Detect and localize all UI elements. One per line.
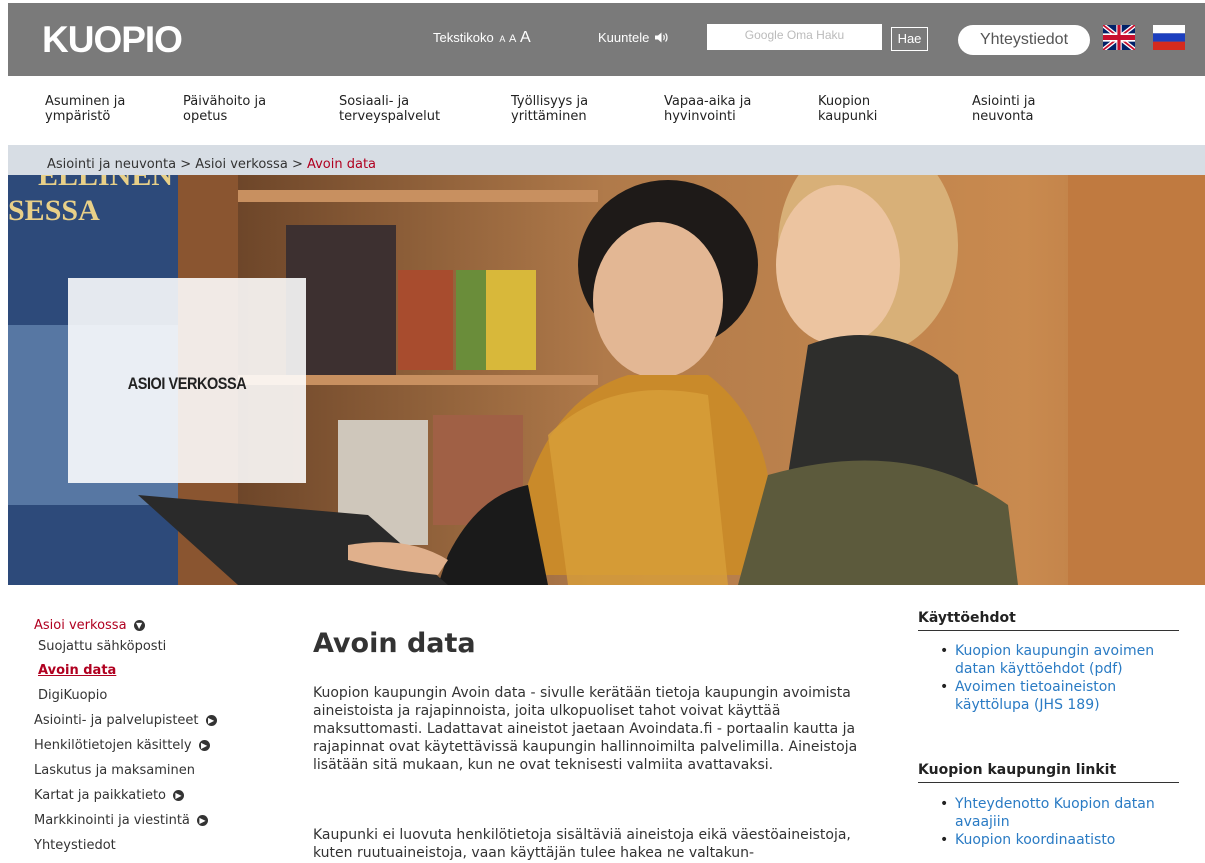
nav-label: Asiointi ja [972, 94, 1036, 109]
leftnav-label: Henkilötietojen käsittely [34, 738, 192, 753]
sidebar-link[interactable]: Kuopion koordinaatisto [940, 831, 1180, 849]
leftnav-yhteystiedot[interactable]: Yhteystiedot [34, 838, 116, 853]
leftnav-avoin-data[interactable]: Avoin data [38, 663, 116, 678]
nav-label: hyvinvointi [664, 109, 736, 124]
text-size-control: Tekstikoko A A A [433, 29, 531, 47]
nav-label: kaupunki [818, 109, 878, 124]
page-title: Avoin data [313, 628, 476, 659]
leftnav-asiointi-palvelupisteet[interactable]: Asiointi- ja palvelupisteet ▶ [34, 713, 217, 728]
nav-label: neuvonta [972, 109, 1034, 124]
chevron-right-icon: ▶ [198, 740, 210, 751]
nav-label: Kuopion [818, 94, 871, 109]
text-size-label: Tekstikoko [433, 30, 494, 45]
nav-vapaa-aika[interactable]: Vapaa-aika ja hyvinvointi [664, 94, 751, 124]
top-bar: KUOPIO Tekstikoko A A A Kuuntele Google … [8, 3, 1205, 76]
nav-paivahoito[interactable]: Päivähoito ja opetus [183, 94, 266, 124]
text-size-medium-button[interactable]: A [509, 33, 516, 45]
nav-asuminen[interactable]: Asuminen ja ympäristö [45, 94, 125, 124]
nav-tyollisyys[interactable]: Työllisyys ja yrittäminen [511, 94, 588, 124]
russian-flag-icon[interactable] [1153, 25, 1185, 50]
breadcrumb-asiointi[interactable]: Asiointi ja neuvonta [47, 157, 176, 172]
nav-label: yrittäminen [511, 109, 587, 124]
svg-text:SESSA: SESSA [8, 194, 100, 227]
leftnav-suojattu-sahkoposti[interactable]: Suojattu sähköposti [38, 639, 166, 654]
nav-label: ympäristö [45, 109, 111, 124]
hero-title: ASIOI VERKOSSA [127, 374, 247, 393]
leftnav-label: Asioi verkossa [34, 618, 127, 633]
main-navigation: Asuminen ja ympäristö Päivähoito ja opet… [8, 76, 1205, 145]
leftnav-label: Kartat ja paikkatieto [34, 788, 166, 803]
text-size-small-button[interactable]: A [499, 34, 505, 44]
kuopio-logo[interactable]: KUOPIO [42, 19, 183, 61]
content-paragraph: Kuopion kaupungin Avoin data - sivulle k… [313, 685, 858, 773]
nav-label: Sosiaali- ja [339, 94, 410, 109]
chevron-right-icon: ▶ [196, 815, 208, 826]
uk-flag-icon[interactable] [1103, 25, 1135, 50]
speaker-icon [654, 32, 668, 43]
breadcrumb: Asiointi ja neuvonta > Asioi verkossa > … [8, 145, 1205, 175]
chevron-down-icon: ▼ [133, 620, 145, 631]
svg-text:ELLINEN: ELLINEN [38, 175, 173, 192]
text-size-large-button[interactable]: A [520, 29, 531, 46]
nav-label: Vapaa-aika ja [664, 94, 752, 109]
sidebar-list-linkit: Yhteydenotto Kuopion datan avaajiin Kuop… [940, 795, 1180, 849]
contact-button[interactable]: Yhteystiedot [958, 25, 1090, 55]
hero-title-box: ASIOI VERKOSSA [68, 278, 306, 483]
breadcrumb-separator: > [291, 157, 303, 172]
nav-label: Työllisyys ja [511, 94, 589, 109]
sidebar-link[interactable]: Avoimen tietoaineiston käyttölupa (JHS 1… [940, 678, 1180, 714]
search-input[interactable]: Google Oma Haku [707, 24, 882, 50]
breadcrumb-separator: > [180, 157, 192, 172]
listen-label: Kuuntele [598, 30, 650, 45]
sidebar-link[interactable]: Kuopion kaupungin avoimen datan käyttöeh… [940, 642, 1180, 678]
chevron-right-icon: ▶ [205, 715, 217, 726]
content-paragraph: Kaupunki ei luovuta henkilötietoja sisäl… [313, 827, 851, 861]
nav-asiointi[interactable]: Asiointi ja neuvonta [972, 94, 1036, 124]
breadcrumb-current: Avoin data [306, 157, 377, 172]
nav-label: Asuminen ja [45, 94, 126, 109]
leftnav-laskutus[interactable]: Laskutus ja maksaminen [34, 763, 195, 778]
chevron-right-icon: ▶ [173, 790, 184, 801]
search-button[interactable]: Hae [891, 27, 928, 51]
listen-button[interactable]: Kuuntele [598, 30, 668, 45]
leftnav-label: Markkinointi ja viestintä [34, 813, 190, 828]
leftnav-henkilotietojen-kasittely[interactable]: Henkilötietojen käsittely ▶ [34, 738, 210, 753]
sidebar-heading-linkit: Kuopion kaupungin linkit [918, 762, 1179, 783]
nav-kuopion-kaupunki[interactable]: Kuopion kaupunki [818, 94, 877, 124]
sidebar-heading-kayttoehdot: Käyttöehdot [918, 610, 1179, 631]
leftnav-asioi-verkossa[interactable]: Asioi verkossa ▼ [34, 618, 145, 633]
nav-sosiaali[interactable]: Sosiaali- ja terveyspalvelut [339, 94, 440, 124]
leftnav-kartat[interactable]: Kartat ja paikkatieto ▶ [34, 788, 184, 803]
nav-label: Päivähoito ja [183, 94, 267, 109]
leftnav-label: Asiointi- ja palvelupisteet [34, 713, 199, 728]
sidebar-link[interactable]: Yhteydenotto Kuopion datan avaajiin [940, 795, 1180, 831]
nav-label: terveyspalvelut [339, 109, 441, 124]
hero-image: ELLINEN SESSA ASIOI VERKOSSA [8, 175, 1205, 585]
breadcrumb-asioi-verkossa[interactable]: Asioi verkossa [195, 157, 288, 172]
nav-label: opetus [183, 109, 228, 124]
leftnav-digikuopio[interactable]: DigiKuopio [38, 688, 107, 703]
leftnav-markkinointi[interactable]: Markkinointi ja viestintä ▶ [34, 813, 208, 828]
sidebar-list-kayttoehdot: Kuopion kaupungin avoimen datan käyttöeh… [940, 642, 1180, 714]
